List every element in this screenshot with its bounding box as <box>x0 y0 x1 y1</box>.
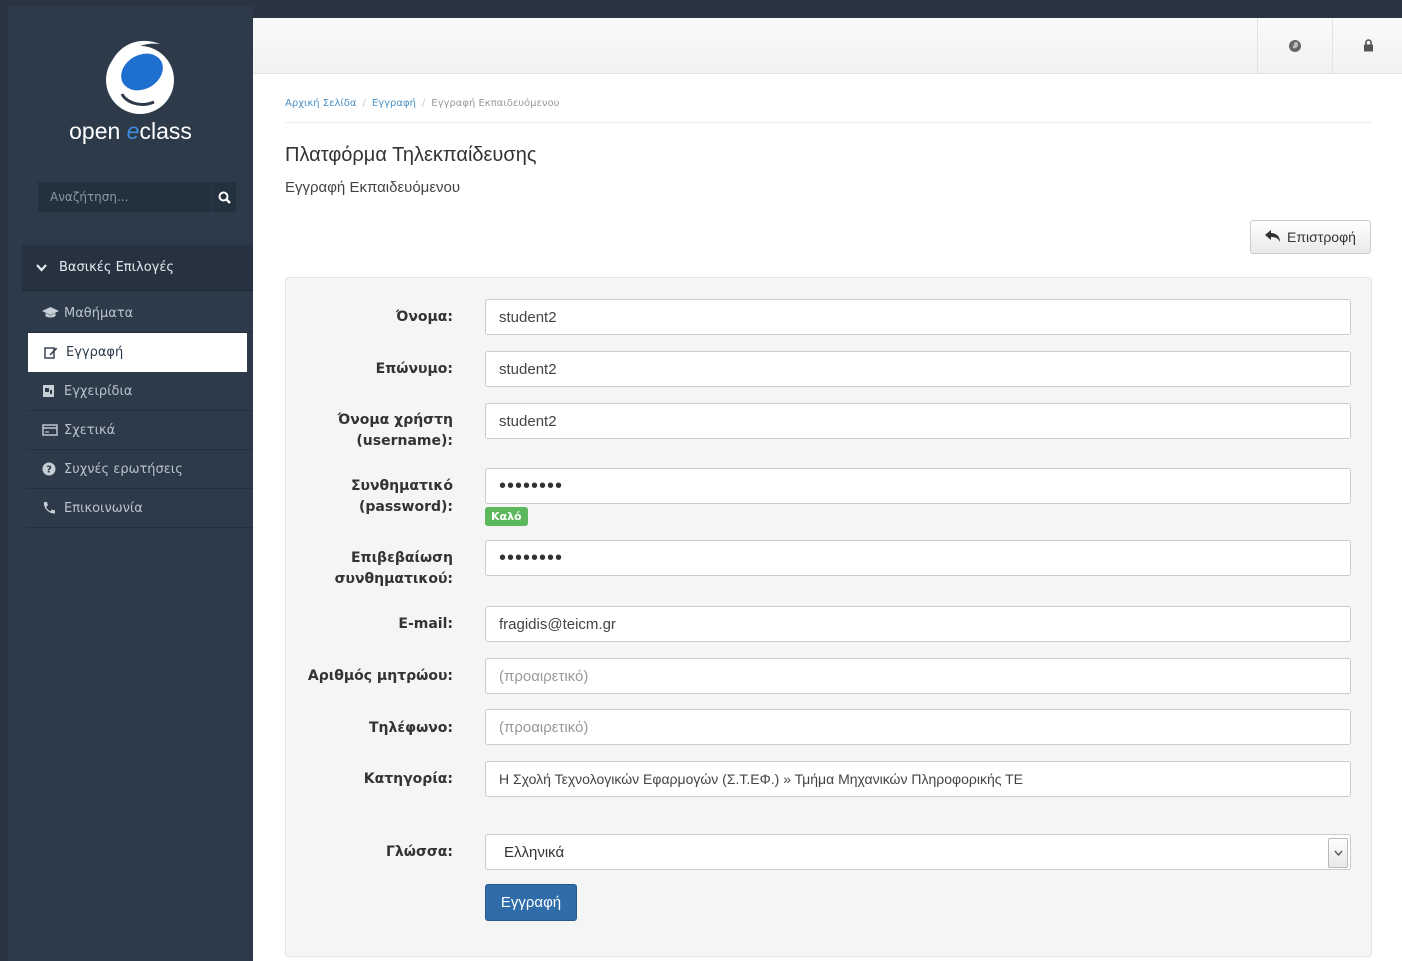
graduation-cap-icon <box>42 307 64 319</box>
sidebar-menu: Μαθήματα Εγγραφή Εγχειρίδια Σχετικά ? Συ… <box>26 294 253 528</box>
breadcrumb-separator: / <box>362 98 366 109</box>
search-bar <box>38 182 236 212</box>
language-globe-button[interactable] <box>1257 18 1332 73</box>
globe-icon <box>1289 39 1301 52</box>
last-name-input[interactable] <box>485 351 1351 387</box>
username-label-line2: (username): <box>356 433 453 449</box>
search-button[interactable] <box>212 182 236 212</box>
breadcrumb-register-link[interactable]: Εγγραφή <box>372 98 416 109</box>
lock-icon <box>1363 39 1373 52</box>
password-strength-badge: Καλό <box>485 507 528 526</box>
category-label: Κατηγορία: <box>363 771 453 787</box>
main-content: Αρχική Σελίδα / Εγγραφή / Εγγραφή Εκπαιδευόμ… <box>253 18 1402 961</box>
phone-input[interactable] <box>485 709 1351 745</box>
first-name-label: Όνομα: <box>395 309 453 325</box>
breadcrumb-home-link[interactable]: Αρχική Σελίδα <box>285 98 357 109</box>
breadcrumb-current: Εγγραφή Εκπαιδευόμενου <box>431 98 560 109</box>
email-label: E-mail: <box>398 616 453 632</box>
username-input[interactable] <box>485 403 1351 439</box>
manual-icon <box>42 384 64 398</box>
sidebar: open eclass Βασικές Επιλογές Μαθήματα Εγ… <box>8 6 253 961</box>
category-input[interactable] <box>485 761 1351 797</box>
login-lock-button[interactable] <box>1332 18 1402 73</box>
username-label: Όνομα χρήστη (username): <box>338 410 453 452</box>
first-name-input[interactable] <box>485 299 1351 335</box>
confirm-password-label: Επιβεβαίωση συνθηματικού: <box>335 548 453 590</box>
logo-text: open eclass <box>8 118 253 145</box>
registration-number-input[interactable] <box>485 658 1351 694</box>
sidebar-item-about[interactable]: Σχετικά <box>26 411 253 450</box>
page-subtitle: Εγγραφή Εκπαιδευόμενου <box>285 179 461 196</box>
phone-label: Τηλέφωνο: <box>368 720 453 736</box>
register-submit-label: Εγγραφή <box>500 894 562 911</box>
logo-text-class: class <box>139 118 192 144</box>
sidebar-item-register[interactable]: Εγγραφή <box>28 333 247 372</box>
logo-text-open: open <box>69 118 127 144</box>
sidebar-item-faq[interactable]: ? Συχνές ερωτήσεις <box>26 450 253 489</box>
last-name-label: Επώνυμο: <box>375 361 453 377</box>
menu-section-title: Βασικές Επιλογές <box>59 260 175 275</box>
sidebar-item-label: Συχνές ερωτήσεις <box>64 461 183 477</box>
confirm-label-line1: Επιβεβαίωση <box>350 550 453 566</box>
breadcrumb-separator: / <box>421 98 426 109</box>
sidebar-item-courses[interactable]: Μαθήματα <box>26 294 253 333</box>
language-label: Γλώσσα: <box>386 844 453 860</box>
search-input[interactable] <box>38 182 212 212</box>
username-label-line1: Όνομα χρήστη <box>337 412 453 428</box>
back-button[interactable]: Επιστροφή <box>1250 220 1371 254</box>
divider <box>285 122 1372 123</box>
password-label: Συνθηματικό (password): <box>351 476 453 518</box>
reply-arrow-icon <box>1265 229 1281 245</box>
language-selected-value: Ελληνικά <box>504 843 565 861</box>
password-label-line1: Συνθηματικό <box>350 478 453 494</box>
edit-icon <box>44 346 66 359</box>
search-icon <box>218 191 231 204</box>
sidebar-item-label: Εγγραφή <box>66 345 124 360</box>
card-icon <box>42 424 64 436</box>
sidebar-item-label: Επικοινωνία <box>64 500 143 516</box>
back-button-label: Επιστροφή <box>1287 229 1356 245</box>
confirm-label-line2: συνθηματικού: <box>334 571 453 587</box>
question-circle-icon: ? <box>42 462 64 476</box>
registration-form: Όνομα: Επώνυμο: Όνομα χρήστη (username):… <box>285 277 1372 957</box>
password-label-line2: (password): <box>358 499 453 515</box>
register-submit-button[interactable]: Εγγραφή <box>485 884 577 921</box>
confirm-password-mask: •••••••• <box>499 546 564 569</box>
sidebar-item-manuals[interactable]: Εγχειρίδια <box>26 372 253 411</box>
confirm-password-input[interactable]: •••••••• <box>485 540 1351 576</box>
password-mask: •••••••• <box>499 474 564 497</box>
breadcrumb: Αρχική Σελίδα / Εγγραφή / Εγγραφή Εκπαιδευόμ… <box>285 98 559 109</box>
registration-number-label: Αριθμός μητρώου: <box>307 668 453 684</box>
menu-section-basic[interactable]: Βασικές Επιλογές <box>22 245 253 291</box>
chevron-down-icon[interactable] <box>1328 838 1348 868</box>
chevron-down-icon <box>36 261 47 275</box>
sidebar-item-contact[interactable]: Επικοινωνία <box>26 489 253 528</box>
email-input[interactable] <box>485 606 1351 642</box>
page-title: Πλατφόρμα Τηλεκπαίδευσης <box>285 144 537 166</box>
password-input[interactable]: •••••••• <box>485 468 1351 504</box>
sidebar-item-label: Μαθήματα <box>64 305 134 321</box>
svg-text:?: ? <box>46 465 52 476</box>
sidebar-item-label: Σχετικά <box>64 422 116 438</box>
eclass-logo-icon[interactable] <box>100 36 180 116</box>
sidebar-item-label: Εγχειρίδια <box>64 383 133 399</box>
language-select[interactable]: Ελληνικά <box>485 834 1351 870</box>
top-bar <box>253 18 1402 74</box>
logo-text-e: e <box>126 118 140 144</box>
phone-icon <box>42 501 64 515</box>
